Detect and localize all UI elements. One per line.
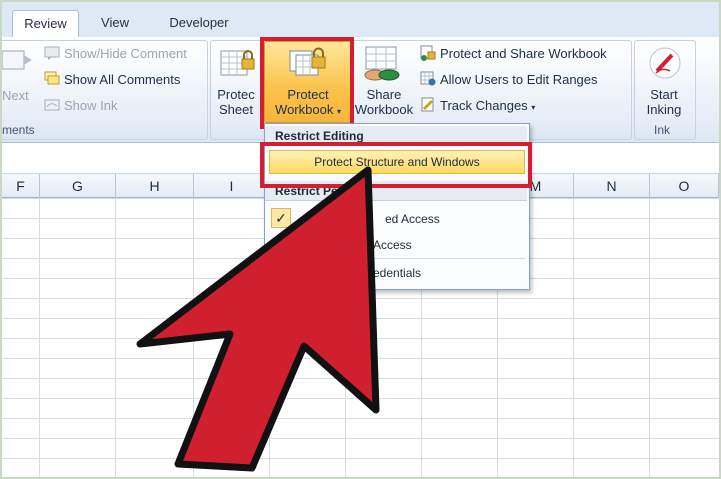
screenshot-frame: Review View Developer Next Show/Hide Com… [2, 2, 719, 477]
pointer-arrow-icon [136, 166, 380, 472]
